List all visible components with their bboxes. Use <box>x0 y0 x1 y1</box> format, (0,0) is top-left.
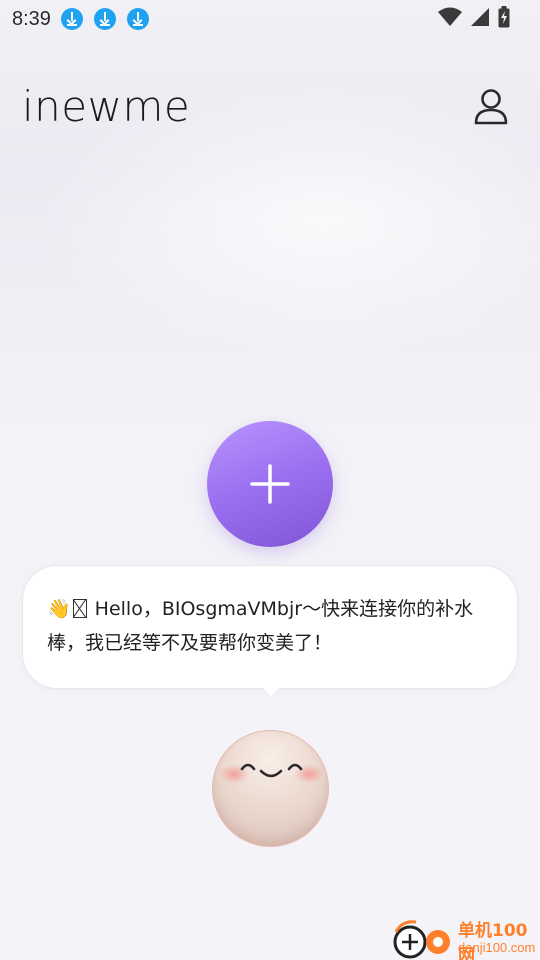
status-indicators <box>438 6 510 28</box>
watermark-logo-icon <box>393 920 450 959</box>
app-header: inewme <box>0 78 540 138</box>
background-sheen <box>0 0 540 420</box>
greeting-text: 👋 Hello，BIOsgmaVMbjr～快来连接你的补水棒，我已经等不及要帮你变… <box>47 592 493 660</box>
watermark-url: danji100.com <box>458 940 536 955</box>
watermark: 单机100网 danji100.com <box>388 916 540 960</box>
wifi-icon <box>438 7 462 26</box>
greeting-message: Hello，BIOsgmaVMbjr～快来连接你的补水棒，我已经等不及要帮你变美… <box>47 598 474 654</box>
app-logo: inewme <box>22 82 191 131</box>
download-icon <box>126 8 149 30</box>
avatar-face <box>240 763 303 778</box>
signal-icon <box>471 8 489 26</box>
status-time: 8:39 <box>12 7 51 30</box>
waving-hand-icon: 👋 <box>47 598 71 620</box>
add-device-button[interactable] <box>207 421 333 547</box>
profile-button[interactable] <box>470 86 512 128</box>
status-bar: 8:39 <box>0 0 540 38</box>
smiling-face-avatar[interactable] <box>212 730 329 847</box>
bubble-tail <box>259 684 283 696</box>
plus-icon <box>250 464 290 504</box>
download-icon <box>60 8 83 30</box>
greeting-bubble: 👋 Hello，BIOsgmaVMbjr～快来连接你的补水棒，我已经等不及要帮你变… <box>23 566 517 688</box>
download-icon <box>93 8 116 30</box>
missing-glyph-icon <box>72 599 87 618</box>
person-icon <box>474 89 508 125</box>
battery-charging-icon <box>498 6 510 28</box>
